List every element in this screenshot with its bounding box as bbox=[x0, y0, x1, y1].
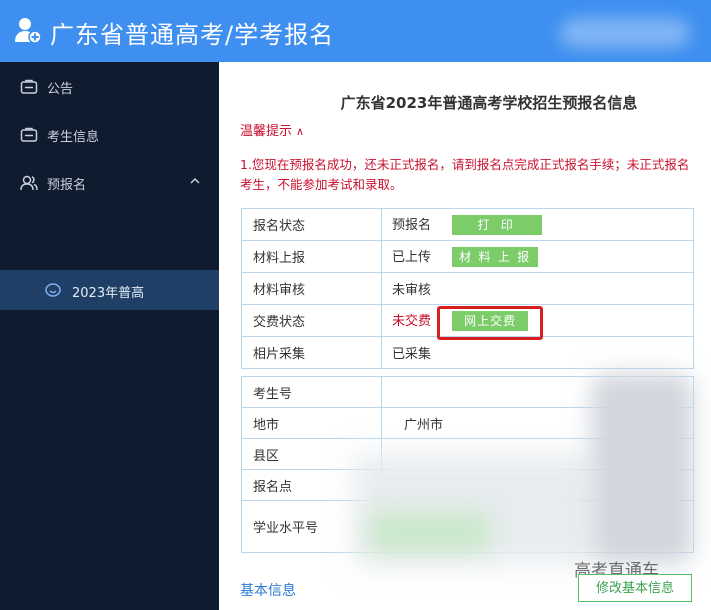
registration-status: 预报名 bbox=[392, 217, 432, 233]
sidebar-subitem-2023-general[interactable]: 2023年普高 bbox=[0, 270, 219, 310]
id-card-icon bbox=[20, 127, 38, 142]
row-key: 材料上报 bbox=[241, 240, 382, 273]
row-key: 地市 bbox=[241, 407, 382, 439]
caret-up-icon: ∧ bbox=[296, 125, 305, 138]
table-row: 材料审核 未审核 bbox=[241, 272, 694, 305]
sidebar-item-pre-registration[interactable]: 预报名 bbox=[0, 160, 219, 206]
student-photo-blurred bbox=[591, 374, 693, 564]
sidebar-subitem-label: 2023年普高 bbox=[72, 286, 145, 301]
table-row: 报名状态 预报名 打 印 bbox=[241, 208, 694, 241]
top-header: 广东省普通高考/学考报名 bbox=[0, 0, 711, 62]
sidebar-item-label: 公告 bbox=[47, 82, 74, 97]
sidebar-item-label: 预报名 bbox=[47, 178, 87, 193]
tip-title: 温馨提示 bbox=[240, 124, 293, 139]
user-add-icon bbox=[15, 18, 42, 44]
main-content: 广东省2023年普通高考学校招生预报名信息 温馨提示 ∧ 1.您现在预报名成功，还… bbox=[219, 62, 711, 610]
row-key: 相片采集 bbox=[241, 336, 382, 369]
user-area-blurred[interactable] bbox=[560, 18, 690, 48]
payment-highlight-box bbox=[437, 306, 543, 340]
status-table: 报名状态 预报名 打 印 材料上报 已上传 材 料 上 报 材料审核 未审核 交… bbox=[241, 208, 694, 369]
review-status: 未审核 bbox=[392, 283, 432, 298]
tip-body: 1.您现在预报名成功，还未正式报名，请到报名点完成正式报名手续；未正式报名考生，… bbox=[240, 157, 690, 192]
row-key: 考生号 bbox=[241, 376, 382, 408]
sidebar: 公告 考生信息 预报名 2023年普高 bbox=[0, 62, 219, 610]
row-key: 交费状态 bbox=[241, 304, 382, 337]
edit-basic-info-button[interactable]: 修改基本信息 bbox=[578, 574, 692, 602]
payment-status: 未交费 bbox=[392, 313, 432, 329]
sidebar-item-label: 考生信息 bbox=[47, 130, 100, 145]
table-row: 材料上报 已上传 材 料 上 报 bbox=[241, 240, 694, 273]
smile-icon bbox=[45, 283, 61, 297]
chevron-up-icon[interactable] bbox=[190, 177, 200, 185]
user-group-icon bbox=[20, 175, 38, 191]
table-row: 相片采集 已采集 bbox=[241, 336, 694, 369]
photo-status: 已采集 bbox=[392, 347, 432, 362]
basic-info-link[interactable]: 基本信息 bbox=[240, 580, 296, 600]
tip-toggle[interactable]: 温馨提示 ∧ bbox=[240, 120, 304, 139]
page-title: 广东省2023年普通高考学校招生预报名信息 bbox=[340, 94, 638, 112]
sidebar-item-notice[interactable]: 公告 bbox=[0, 64, 219, 110]
blurred-info bbox=[369, 512, 489, 552]
material-status: 已上传 bbox=[392, 249, 432, 265]
material-upload-button[interactable]: 材 料 上 报 bbox=[452, 247, 539, 268]
sidebar-item-student-info[interactable]: 考生信息 bbox=[0, 112, 219, 158]
print-button[interactable]: 打 印 bbox=[452, 215, 543, 236]
row-key: 材料审核 bbox=[241, 272, 382, 305]
app-title: 广东省普通高考/学考报名 bbox=[50, 21, 335, 49]
row-key: 报名状态 bbox=[241, 208, 382, 241]
notice-icon bbox=[20, 79, 38, 94]
